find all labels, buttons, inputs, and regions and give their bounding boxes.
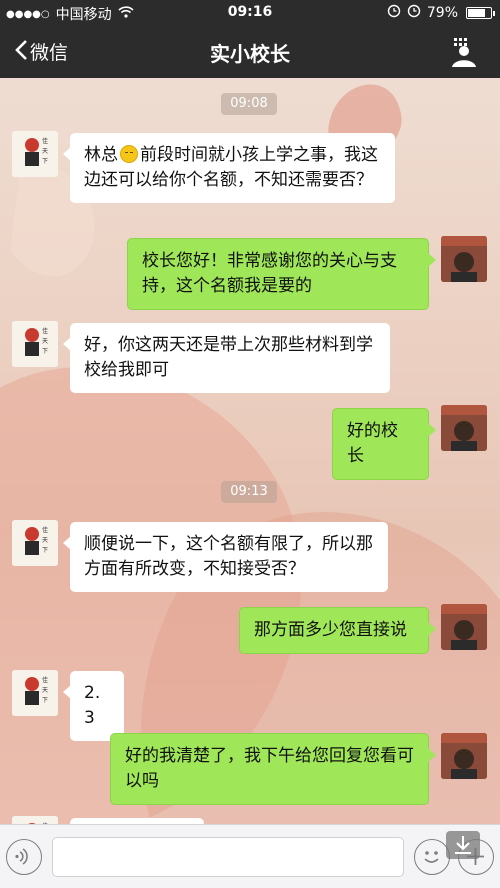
chat-info-button[interactable] [446, 34, 482, 70]
emoji-icon [424, 851, 439, 863]
contact-avatar[interactable]: 佳天下 [12, 321, 58, 367]
message-input[interactable] [52, 837, 404, 877]
battery-icon [466, 7, 495, 19]
message-bubble-outgoing[interactable]: 那方面多少您直接说 [239, 607, 436, 654]
download-icon [455, 836, 471, 854]
svg-text:下: 下 [42, 697, 48, 704]
timestamp: 09:13 [221, 481, 277, 503]
message-bubble-incoming[interactable]: 顺便说一下，这个名额有限了，所以那方面有所改变，不知接受否？ [63, 522, 388, 592]
alarm-icon [387, 4, 401, 22]
battery-percent: 79% [426, 5, 458, 21]
person-icon [452, 38, 476, 67]
svg-text:天: 天 [42, 338, 48, 345]
smile-emoji-icon [120, 145, 138, 163]
clock-icon [407, 4, 421, 22]
svg-text:天: 天 [42, 148, 48, 155]
svg-text:下: 下 [42, 348, 48, 355]
svg-text:下: 下 [42, 158, 48, 165]
nav-bar: 微信 实小校长 [0, 26, 500, 78]
message-bubble-incoming[interactable]: 林总 前段时间就小孩上学之事，我这边还可以给你个名额，不知还需要否？ [63, 133, 395, 203]
page-title: 实小校长 [210, 42, 290, 66]
contact-avatar[interactable]: 佳天下 [12, 131, 58, 177]
contact-avatar[interactable]: 佳天下 [12, 520, 58, 566]
message-bubble-outgoing[interactable]: 校长您好！非常感谢您的关心与支持，这个名额我是要的 [127, 238, 436, 310]
contact-avatar[interactable]: 佳天下 [12, 670, 58, 716]
contact-avatar[interactable]: 佳 [12, 816, 58, 824]
message-bubble-outgoing[interactable]: 好的校长 [332, 408, 436, 480]
svg-text:天: 天 [42, 537, 48, 544]
message-text: 林总 [84, 145, 118, 165]
message-bubble-incoming[interactable]: 好，你这两天还是带上次那些材料到学校给我即可 [63, 323, 390, 393]
my-avatar[interactable] [441, 604, 487, 650]
svg-text:佳: 佳 [42, 327, 48, 335]
input-bar [0, 824, 500, 888]
download-button[interactable] [446, 831, 480, 859]
message-bubble-outgoing[interactable]: 好的我清楚了，我下午给您回复您看可以吗 [110, 733, 436, 805]
my-avatar[interactable] [441, 733, 487, 779]
svg-text:下: 下 [42, 547, 48, 554]
emoji-button[interactable] [414, 839, 450, 875]
my-avatar[interactable] [441, 405, 487, 451]
status-bar: ●●●●○ 中国移动 09:16 79% [0, 0, 500, 26]
my-avatar[interactable] [441, 236, 487, 282]
svg-text:佳: 佳 [42, 137, 48, 145]
message-bubble-incoming[interactable]: 2.3 [63, 671, 124, 741]
voice-icon [15, 848, 28, 865]
chat-area[interactable]: 09:08 佳天下 林总 前段时间就小孩上学之事，我这边还可以给你个名额，不知还需… [0, 78, 500, 824]
svg-text:佳: 佳 [42, 526, 48, 534]
timestamp: 09:08 [221, 93, 277, 115]
svg-text:佳: 佳 [42, 676, 48, 684]
battery-fill [468, 9, 485, 17]
svg-text:天: 天 [42, 687, 48, 694]
voice-button[interactable] [6, 839, 42, 875]
